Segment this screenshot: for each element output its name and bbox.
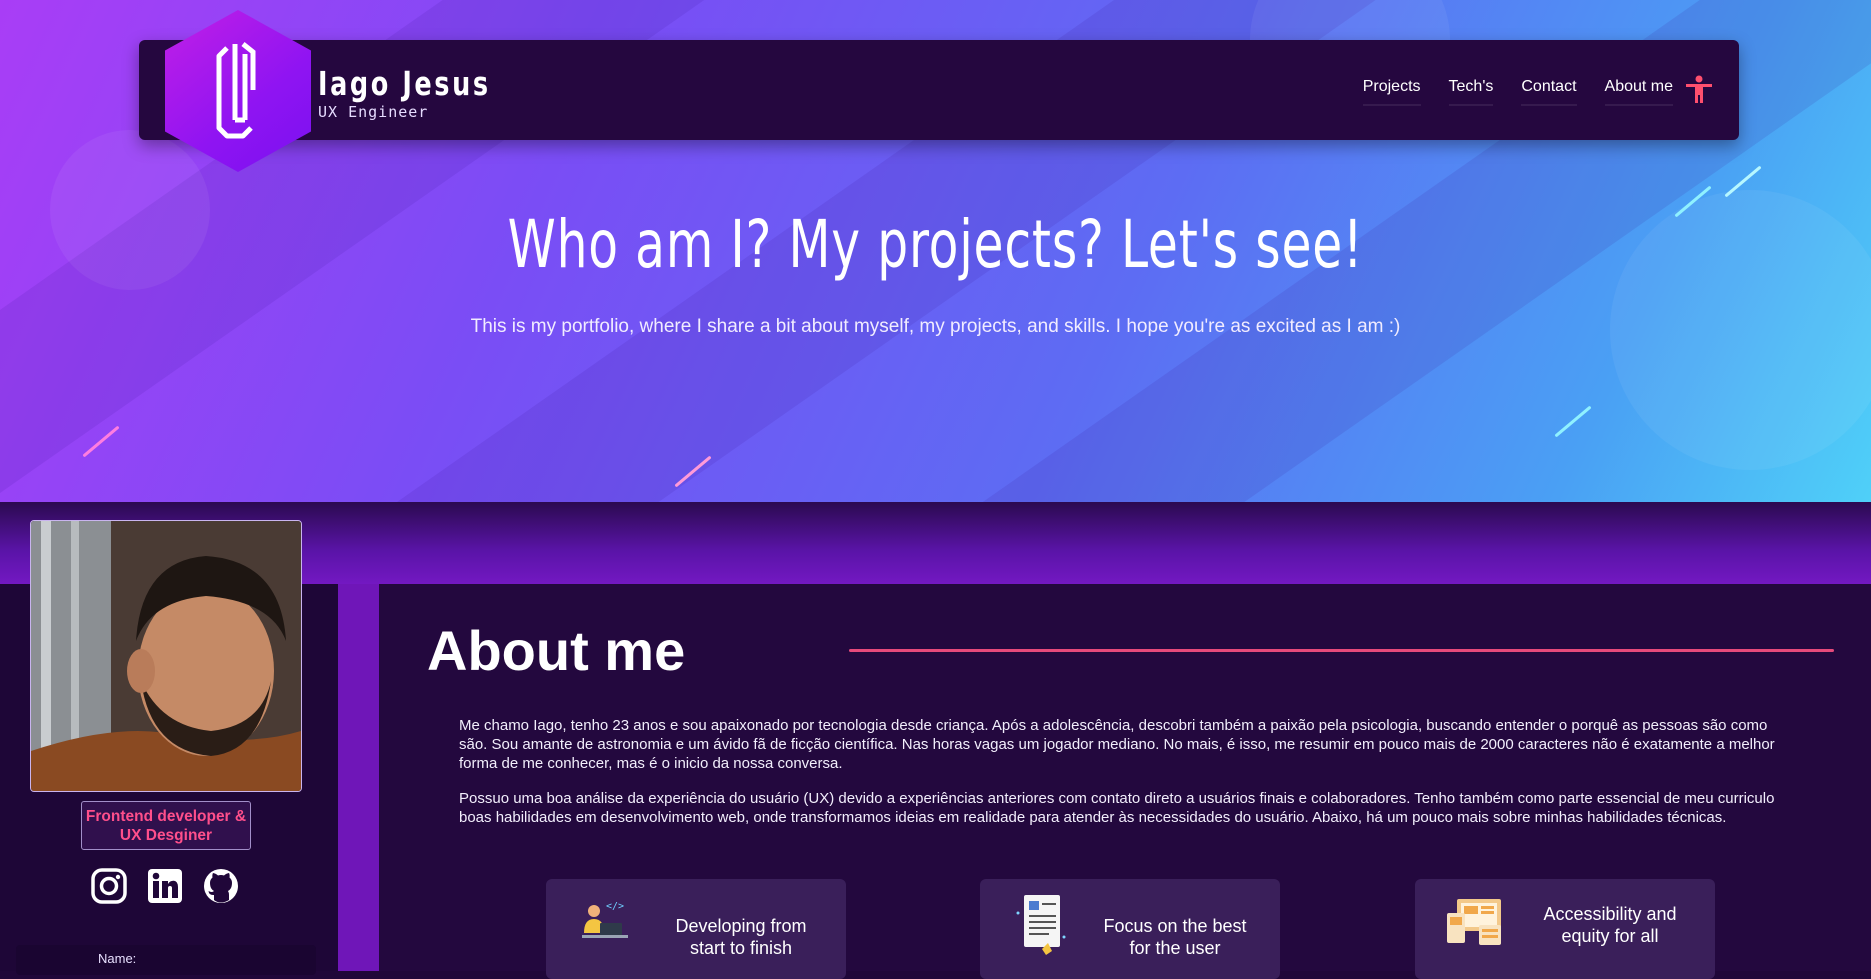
skill-card-line-2: start to finish [689, 938, 793, 958]
nav-link-techs[interactable]: Tech's [1448, 78, 1494, 106]
hero-subtitle: This is my portfolio, where I share a bi… [470, 316, 1401, 337]
skill-card-text: Focus on the best for the user [1090, 915, 1260, 959]
nav-link-projects[interactable]: Projects [1362, 78, 1421, 106]
about-title-underline [849, 649, 1834, 652]
about-title: About me [427, 619, 686, 682]
linkedin-icon[interactable] [146, 867, 184, 905]
nav-link-contact[interactable]: Contact [1521, 78, 1577, 106]
role-line-1: Frontend developer & [85, 807, 247, 825]
about-paragraph-1: Me chamo Iago, tenho 23 anos e sou apaix… [459, 717, 1775, 772]
brand-logo-glyph-icon [216, 42, 256, 139]
role-line-2: UX Desginer [119, 826, 213, 844]
about-paragraph-2: Possuo uma boa análise da experiência do… [459, 790, 1775, 826]
skill-card[interactable]: Accessibility and equity for all [1415, 879, 1715, 979]
hero-title: Who am I? My projects? Let's see! [507, 206, 1364, 283]
devices-layout-icon [1443, 895, 1507, 956]
document-checklist-icon [1010, 893, 1070, 964]
skill-card-text: Developing from start to finish [656, 915, 826, 959]
skill-card-line-1: Focus on the best [1103, 916, 1247, 936]
profile-photo [30, 520, 302, 792]
skill-card-text: Accessibility and equity for all [1525, 903, 1695, 947]
nav-link-about-me[interactable]: About me [1604, 78, 1673, 106]
skill-card[interactable]: Focus on the best for the user [980, 879, 1280, 979]
github-icon[interactable] [202, 867, 240, 905]
developer-at-laptop-icon: </> [576, 897, 636, 952]
skill-card[interactable]: </> Developing from start to finish [546, 879, 846, 979]
svg-text:</>: </> [606, 901, 624, 912]
sidebar-edge [338, 584, 379, 971]
role-badge: Frontend developer & UX Desginer [81, 801, 251, 850]
hero-spark [1554, 405, 1592, 438]
name-field-label: Name: [98, 951, 137, 966]
skill-card-line-1: Accessibility and [1543, 904, 1677, 924]
brand-subtitle: UX Engineer [318, 103, 429, 121]
skill-card-line-2: for the user [1129, 938, 1221, 958]
skill-card-line-1: Developing from [675, 916, 807, 936]
brand-name: Iago Jesus [318, 64, 491, 103]
nav-menu: Projects Tech's Contact About me [1362, 78, 1673, 106]
instagram-icon[interactable] [90, 867, 128, 905]
social-links [90, 867, 240, 905]
skill-card-line-2: equity for all [1561, 926, 1659, 946]
accessibility-person-icon[interactable] [1683, 74, 1715, 111]
